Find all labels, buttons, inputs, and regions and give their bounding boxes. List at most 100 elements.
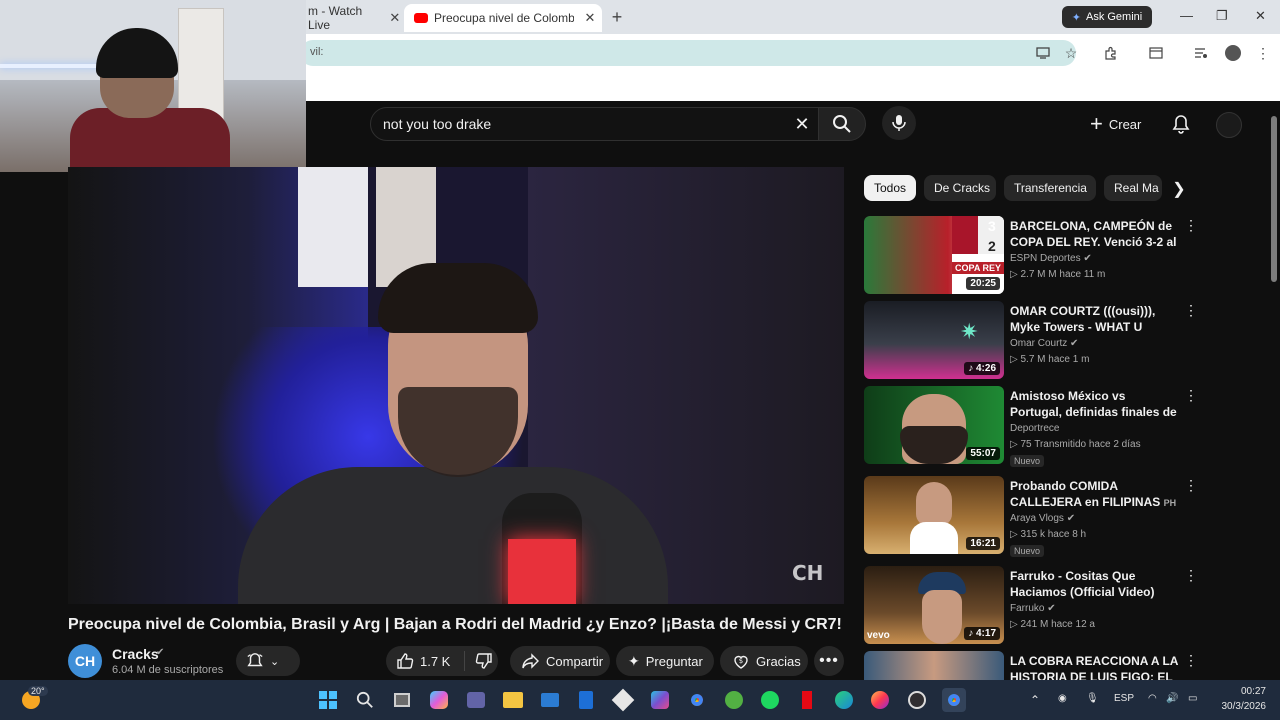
new-badge: Nuevo — [1010, 455, 1045, 467]
taskbar-search-icon[interactable] — [353, 688, 377, 712]
video-title[interactable]: BARCELONA, CAMPEÓN de COPA DEL REY. Venc… — [1010, 218, 1180, 252]
dropbox-icon[interactable] — [611, 688, 635, 712]
list-item[interactable]: 16:21 Probando COMIDA CALLEJERA en FILIP… — [864, 476, 1204, 557]
calculator-icon[interactable] — [574, 688, 598, 712]
dislike-button[interactable] — [471, 652, 493, 670]
network-error-icon[interactable]: ◉ — [1058, 693, 1067, 704]
mail-icon[interactable] — [538, 688, 562, 712]
more-actions-button[interactable]: ••• — [814, 646, 844, 676]
teams-icon[interactable] — [464, 688, 488, 712]
list-item[interactable]: vevo ♪ 4:17 Farruko - Cositas Que Haciam… — [864, 566, 1204, 644]
chip-real-madrid[interactable]: Real Ma — [1104, 175, 1162, 201]
media-control-icon[interactable] — [1190, 42, 1212, 64]
edge-icon[interactable] — [832, 688, 856, 712]
video-thumbnail[interactable] — [864, 651, 1004, 680]
bookmark-star-icon[interactable]: ☆ — [1060, 42, 1082, 64]
xbox-icon[interactable] — [722, 688, 746, 712]
video-title[interactable]: LA COBRA REACCIONA A LA HISTORIA DE LUIS… — [1010, 653, 1180, 680]
clear-search-icon[interactable]: ✕ — [790, 112, 814, 136]
netflix-icon[interactable] — [795, 688, 819, 712]
account-avatar[interactable] — [1216, 112, 1242, 138]
office-icon[interactable] — [648, 688, 672, 712]
task-view-icon[interactable] — [390, 688, 414, 712]
more-vertical-icon[interactable]: ⋮ — [1182, 651, 1200, 669]
clock-date[interactable]: 30/3/2026 — [1216, 701, 1267, 712]
ask-button[interactable]: ✦ Preguntar — [616, 646, 714, 676]
more-vertical-icon[interactable]: ⋮ — [1182, 476, 1200, 494]
menu-kebab-icon[interactable]: ⋮ — [1252, 42, 1274, 64]
ask-label: Preguntar — [645, 653, 703, 669]
file-explorer-icon[interactable] — [501, 688, 525, 712]
browser-tab[interactable]: m - Watch Live ✕ — [306, 4, 402, 32]
video-thumbnail[interactable]: 3 2 COPA REY 20:25 — [864, 216, 1004, 294]
copilot-icon[interactable] — [427, 688, 451, 712]
channel-watermark[interactable]: CH — [792, 561, 836, 587]
thanks-button[interactable]: $ Gracias — [720, 646, 808, 676]
more-vertical-icon[interactable]: ⋮ — [1182, 216, 1200, 234]
share-button[interactable]: Compartir — [510, 646, 610, 676]
video-duration: ♪ 4:26 — [964, 362, 1000, 375]
firefox-icon[interactable] — [868, 688, 892, 712]
video-player[interactable]: CH — [68, 167, 844, 604]
new-tab-button[interactable]: + — [606, 6, 628, 28]
restore-icon[interactable]: ❐ — [1216, 8, 1228, 24]
video-thumbnail[interactable]: 16:21 — [864, 476, 1004, 554]
channel-name[interactable]: Omar Courtz ✔ — [1010, 338, 1078, 349]
browser-tab-active[interactable]: Preocupa nivel de Colombia, Br ✕ — [404, 4, 602, 32]
list-item[interactable]: 55:07 Amistoso México vs Portugal, defin… — [864, 386, 1204, 467]
channel-name[interactable]: Araya Vlogs ✔ — [1010, 513, 1075, 524]
list-item[interactable]: ✷ ♪ 4:26 OMAR COURTZ (((ousi))), Myke To… — [864, 301, 1204, 379]
tab-search-icon[interactable] — [1145, 42, 1167, 64]
spotify-icon[interactable] — [758, 688, 782, 712]
chip-todos[interactable]: Todos — [864, 175, 916, 201]
channel-name[interactable]: ESPN Deportes ✔ — [1010, 253, 1092, 264]
like-button[interactable]: 1.7 K — [396, 652, 450, 670]
start-windows-icon[interactable] — [316, 688, 340, 712]
video-title[interactable]: Farruko - Cositas Que Haciamos (Official… — [1010, 568, 1180, 600]
video-title[interactable]: Probando COMIDA CALLEJERA en FILIPINAS P… — [1010, 478, 1180, 511]
list-item[interactable]: 3 2 COPA REY 20:25 BARCELONA, CAMPEÓN de… — [864, 216, 1204, 294]
notifications-button[interactable] — [1168, 110, 1194, 138]
list-item[interactable]: LA COBRA REACCIONA A LA HISTORIA DE LUIS… — [864, 651, 1204, 680]
address-bar[interactable]: vil: — [300, 40, 1076, 66]
obs-icon[interactable] — [905, 688, 929, 712]
close-icon[interactable]: ✕ — [388, 10, 402, 26]
video-title[interactable]: OMAR COURTZ (((ousi))), Myke Towers - WH… — [1010, 303, 1180, 337]
close-icon[interactable]: ✕ — [582, 10, 598, 26]
channel-name[interactable]: Deportrece — [1010, 423, 1059, 434]
video-thumbnail[interactable]: ✷ ♪ 4:26 — [864, 301, 1004, 379]
battery-icon[interactable]: ▭ — [1188, 693, 1197, 704]
search-button[interactable] — [818, 107, 866, 141]
create-button[interactable]: + Crear — [1090, 109, 1154, 139]
language-indicator[interactable]: ESP — [1114, 693, 1134, 704]
wifi-icon[interactable]: ◠ — [1148, 693, 1157, 704]
video-thumbnail[interactable]: vevo ♪ 4:17 — [864, 566, 1004, 644]
ask-gemini-button[interactable]: ✦ Ask Gemini — [1062, 6, 1152, 28]
minimize-icon[interactable]: — — [1180, 8, 1193, 23]
microphone-icon[interactable]: 🎙 — [1086, 693, 1099, 704]
chip-de-cracks[interactable]: De Cracks — [924, 175, 996, 201]
close-icon[interactable]: ✕ — [1255, 8, 1266, 24]
channel-name[interactable]: Farruko ✔ — [1010, 603, 1056, 614]
profile-avatar[interactable] — [1222, 42, 1244, 64]
search-input[interactable]: not you too drake — [370, 107, 826, 141]
chip-transferencia[interactable]: Transferencia — [1004, 175, 1096, 201]
voice-search-button[interactable] — [882, 106, 916, 140]
extensions-icon[interactable] — [1100, 42, 1122, 64]
chrome-icon[interactable] — [685, 688, 709, 712]
channel-name[interactable]: Cracks — [112, 646, 159, 662]
more-vertical-icon[interactable]: ⋮ — [1182, 566, 1200, 584]
chrome-active-icon[interactable] — [942, 688, 966, 712]
volume-icon[interactable]: 🔊 — [1166, 693, 1178, 704]
subscribed-notifications-button[interactable]: ⌄ — [236, 646, 300, 676]
more-vertical-icon[interactable]: ⋮ — [1182, 386, 1200, 404]
scrollbar-thumb[interactable] — [1271, 116, 1277, 282]
video-title[interactable]: Amistoso México vs Portugal, definidas f… — [1010, 388, 1180, 422]
chevron-right-icon[interactable]: ❯ — [1168, 180, 1190, 198]
more-vertical-icon[interactable]: ⋮ — [1182, 301, 1200, 319]
clock-time[interactable]: 00:27 — [1232, 686, 1266, 697]
channel-avatar[interactable]: CH — [68, 644, 102, 678]
chevron-up-icon[interactable]: ⌃ — [1030, 693, 1040, 707]
install-app-icon[interactable] — [1032, 42, 1054, 64]
video-thumbnail[interactable]: 55:07 — [864, 386, 1004, 464]
